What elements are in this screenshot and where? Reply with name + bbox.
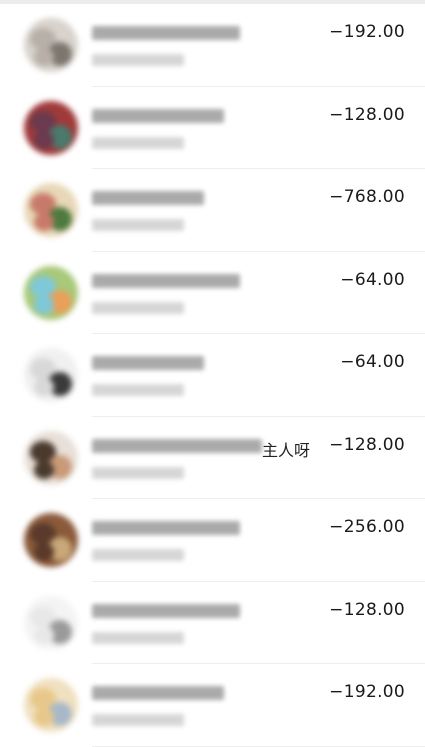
transaction-subtitle-redacted <box>92 301 184 314</box>
transaction-title-redacted <box>92 521 240 535</box>
transaction-subtitle-redacted <box>92 466 184 479</box>
avatar <box>24 265 78 320</box>
transaction-row[interactable]: 主人呀 −128.00 <box>0 417 425 500</box>
transaction-title-redacted <box>92 686 224 700</box>
transaction-amount: −128.00 <box>329 599 405 620</box>
transaction-title-redacted <box>92 273 240 288</box>
transaction-amount: −192.00 <box>329 22 405 42</box>
transaction-subtitle-redacted <box>92 54 184 66</box>
transaction-subtitle-redacted <box>92 631 184 644</box>
transaction-row[interactable]: −768.00 <box>0 169 425 252</box>
transaction-title-redacted <box>92 108 224 123</box>
transaction-row[interactable]: −128.00 <box>0 582 425 665</box>
transaction-title-redacted <box>92 603 240 618</box>
transaction-subtitle-redacted <box>92 219 184 231</box>
transaction-amount: −192.00 <box>329 682 405 702</box>
avatar <box>24 100 78 155</box>
transaction-title-redacted <box>92 356 204 370</box>
transaction-row[interactable]: −64.00 <box>0 334 425 417</box>
transaction-subtitle-redacted <box>92 549 184 561</box>
transaction-title-redacted <box>92 26 240 40</box>
transaction-amount: −128.00 <box>329 434 405 455</box>
transaction-amount: −256.00 <box>329 517 405 537</box>
avatar <box>24 513 78 567</box>
transaction-row[interactable]: −192.00 <box>0 4 425 87</box>
avatar <box>24 18 78 72</box>
transaction-amount: −64.00 <box>340 269 405 290</box>
transaction-row[interactable]: −192.00 <box>0 664 425 747</box>
avatar <box>24 678 78 732</box>
transaction-row[interactable]: −128.00 <box>0 87 425 170</box>
transaction-amount: −768.00 <box>329 187 405 207</box>
transaction-title-redacted <box>92 438 262 453</box>
transaction-title: 主人呀 <box>262 440 311 460</box>
transaction-list: −192.00 −128.00 −768.00 −64.00 −64.00 主人呀 −128… <box>0 4 425 747</box>
transaction-subtitle-redacted <box>92 384 184 396</box>
transaction-row[interactable]: −64.00 <box>0 252 425 335</box>
avatar <box>24 430 78 485</box>
transaction-amount: −128.00 <box>329 104 405 125</box>
avatar <box>24 348 78 402</box>
transaction-subtitle-redacted <box>92 714 184 726</box>
transaction-title-redacted <box>92 191 204 205</box>
transaction-subtitle-redacted <box>92 136 184 149</box>
transaction-amount: −64.00 <box>340 352 405 372</box>
avatar <box>24 183 78 237</box>
transaction-row[interactable]: −256.00 <box>0 499 425 582</box>
avatar <box>24 595 78 650</box>
